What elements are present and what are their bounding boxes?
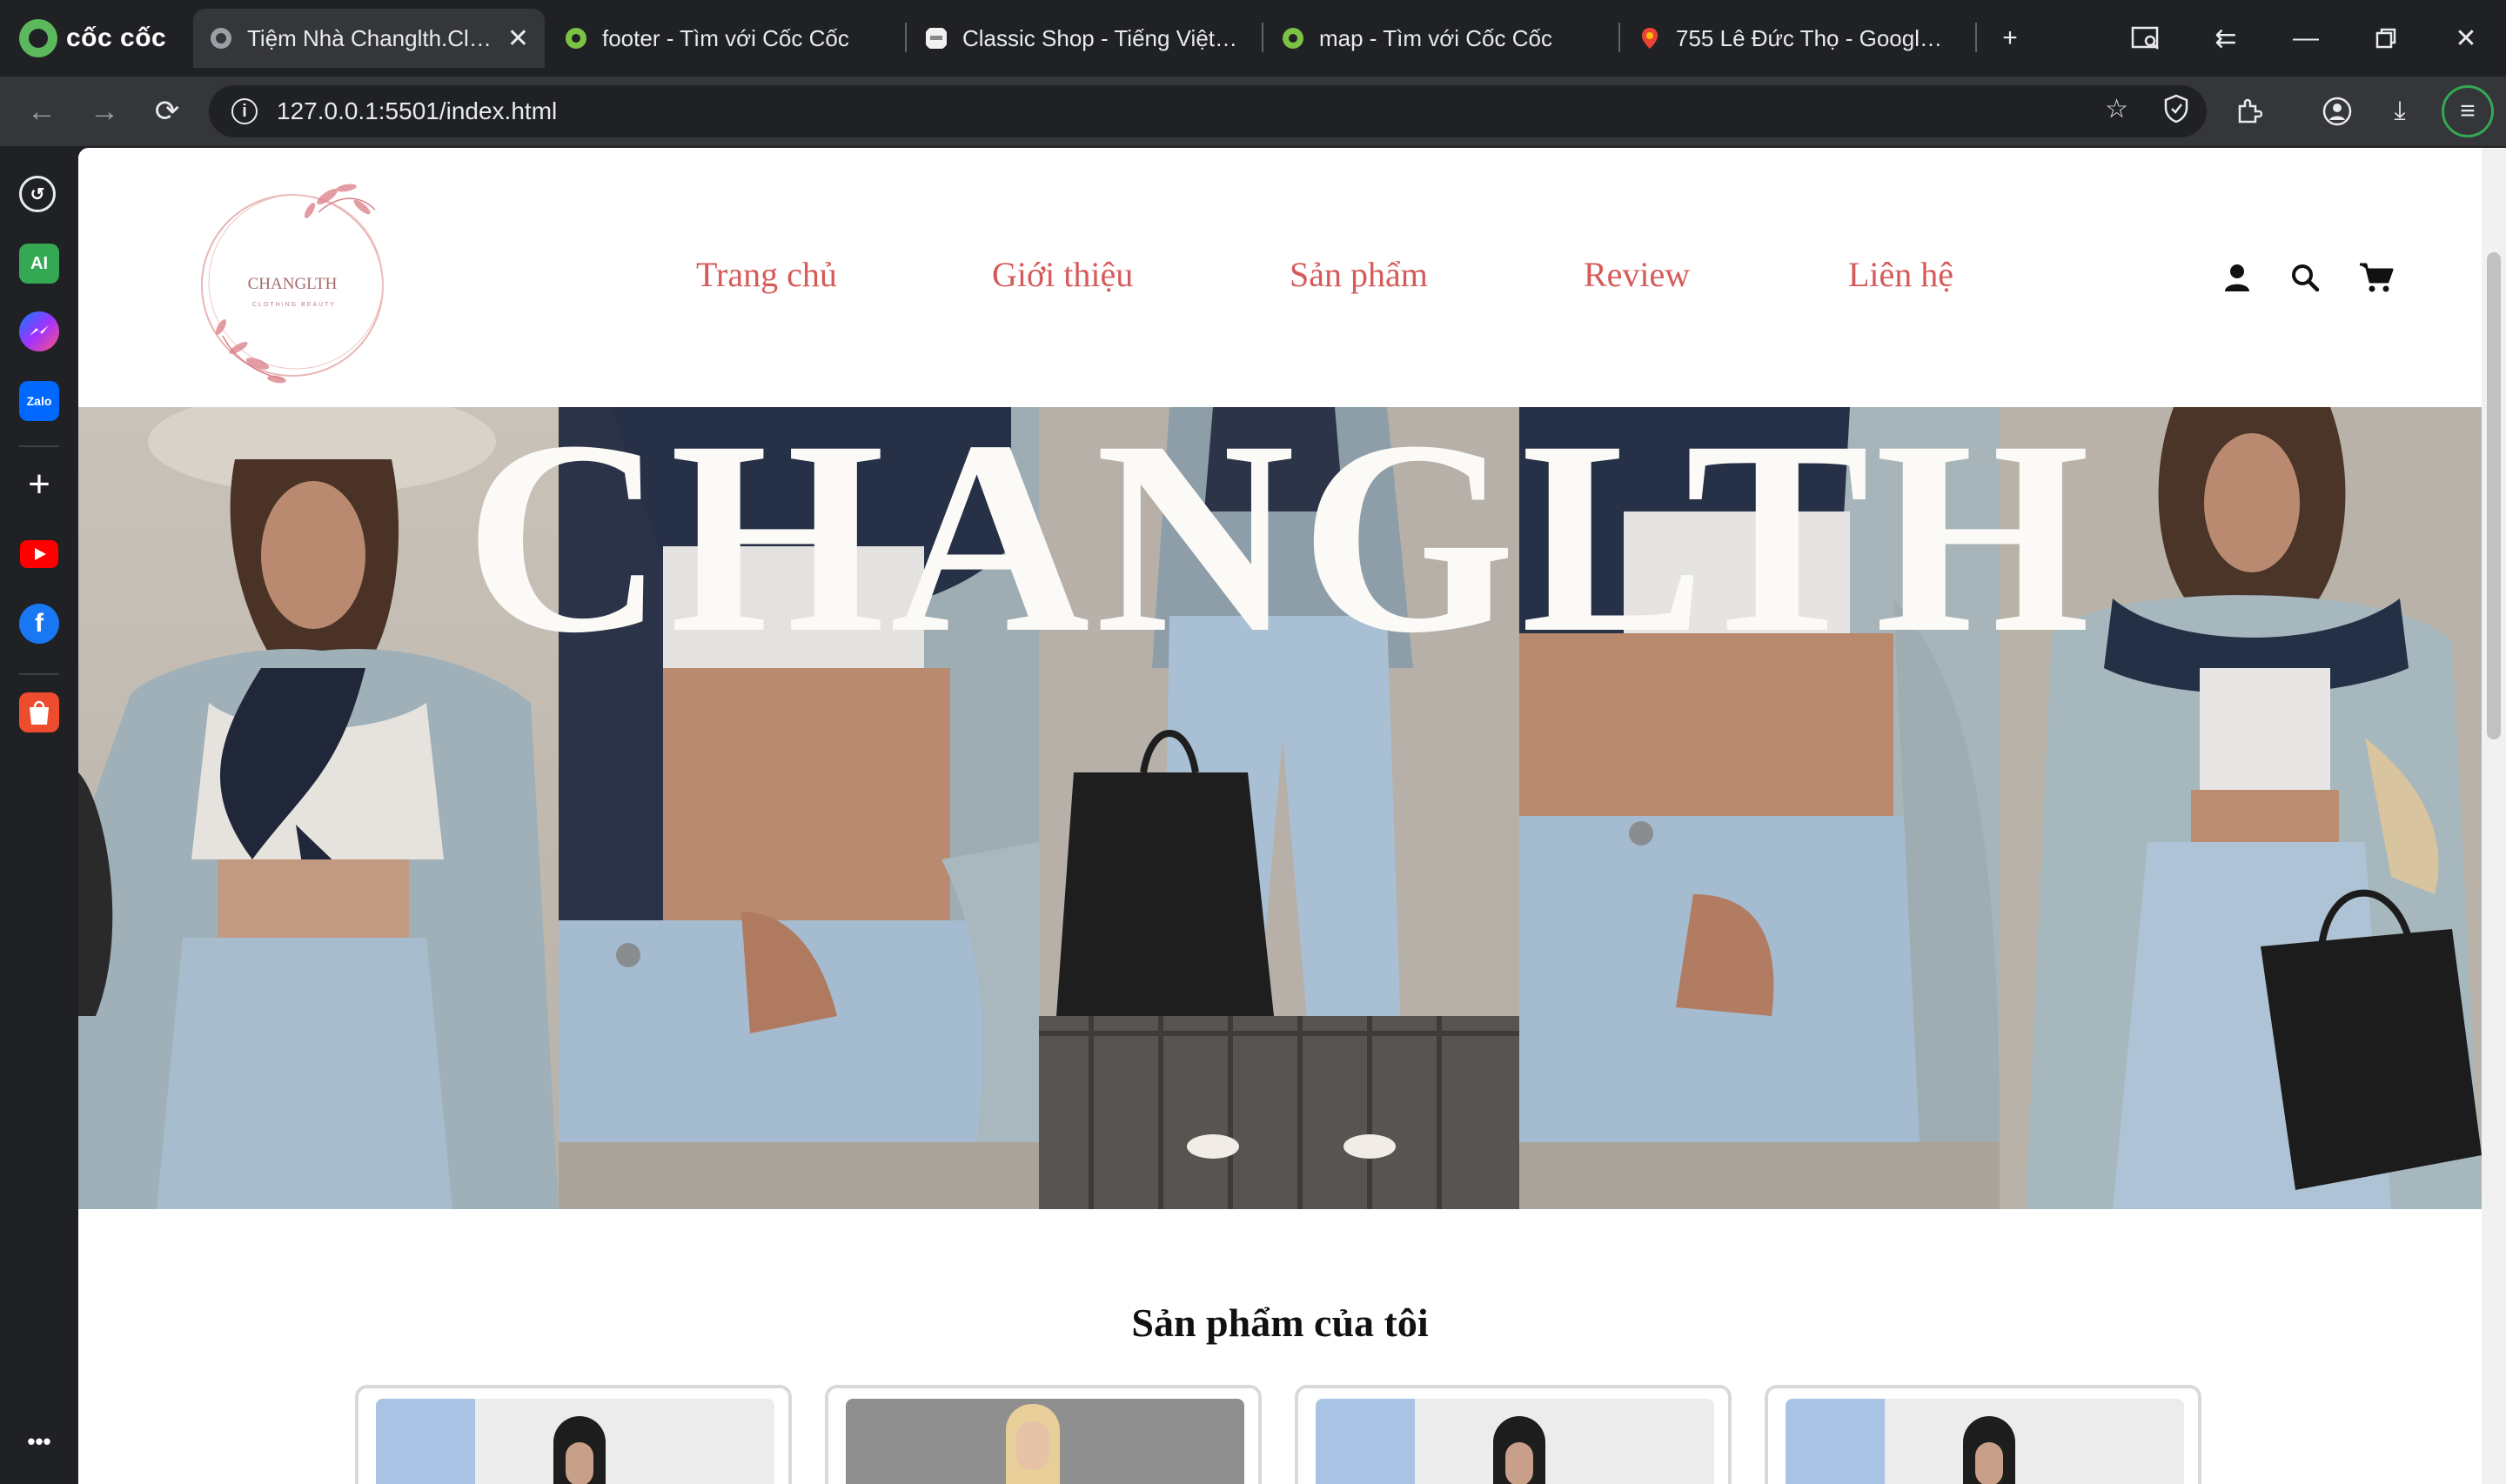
tab-back-icon[interactable]: ⇇ xyxy=(2203,16,2248,61)
download-icon[interactable]: ⤓ xyxy=(2377,89,2422,134)
messenger-icon[interactable] xyxy=(19,311,59,351)
user-icon[interactable] xyxy=(2215,256,2259,299)
tab-separator xyxy=(1975,23,1977,52)
add-icon[interactable]: + xyxy=(19,463,59,505)
product-card[interactable] xyxy=(825,1385,1262,1484)
tab-search-icon[interactable] xyxy=(2123,16,2168,61)
tab-separator xyxy=(1618,23,1620,52)
tab-title: Tiệm Nhà Changlth.Clothing xyxy=(247,24,497,51)
nav-home[interactable]: Trang chủ xyxy=(696,254,837,295)
coccoc-search-icon xyxy=(1283,28,1303,49)
forward-button[interactable]: → xyxy=(82,89,127,134)
product-image[interactable] xyxy=(1786,1399,2184,1484)
minimize-button[interactable]: — xyxy=(2283,16,2328,61)
product-card[interactable] xyxy=(1765,1385,2201,1484)
hero-title: CHANGLTH xyxy=(464,407,2095,690)
main-nav: Trang chủ Giới thiệu Sản phẩm Review Liê… xyxy=(78,254,2482,306)
google-maps-icon xyxy=(1642,28,1658,49)
shield-icon[interactable] xyxy=(2163,94,2189,124)
page-viewport: CHANGLTH CLOTHING BEAUTY Trang chủ Giới … xyxy=(78,148,2506,1484)
reload-button[interactable]: ⟳ xyxy=(144,89,190,134)
page-scrollbar[interactable] xyxy=(2482,148,2506,1484)
address-url[interactable]: 127.0.0.1:5501/index.html xyxy=(277,97,557,125)
browser-brand[interactable]: cốc cốc xyxy=(19,16,166,61)
coccoc-search-icon xyxy=(566,28,586,49)
tab-title: Classic Shop - Tiếng Việt | H xyxy=(962,24,1241,51)
scrollbar-thumb[interactable] xyxy=(2487,252,2501,739)
nav-contact[interactable]: Liên hệ xyxy=(1848,254,1953,295)
site-info-icon[interactable]: i xyxy=(231,98,258,124)
tab-separator xyxy=(905,23,907,52)
globe-icon xyxy=(211,28,231,49)
section-title: Sản phẩm của tôi xyxy=(1131,1300,1429,1345)
tab[interactable]: 755 Lê Đức Thọ - Google Ma xyxy=(1622,9,1968,68)
address-bar[interactable]: i 127.0.0.1:5501/index.html ☆ xyxy=(209,85,2207,137)
browser-sidebar: ↺ AI Zalo + f ••• xyxy=(0,146,78,1484)
ai-icon[interactable]: AI xyxy=(19,244,59,284)
more-icon[interactable]: ••• xyxy=(19,1421,59,1461)
nav-about[interactable]: Giới thiệu xyxy=(992,254,1133,295)
search-icon[interactable] xyxy=(2283,256,2327,299)
history-icon[interactable]: ↺ xyxy=(19,176,56,212)
extensions-icon[interactable] xyxy=(2226,89,2271,134)
youtube-icon[interactable] xyxy=(19,534,59,574)
tab-title: footer - Tìm với Cốc Cốc xyxy=(602,24,849,51)
hero-banner: CHANGLTH xyxy=(78,407,2482,1209)
zalo-icon[interactable]: Zalo xyxy=(19,381,59,421)
close-window-button[interactable]: ✕ xyxy=(2443,16,2489,61)
tab-separator xyxy=(1262,23,1263,52)
shopee-icon[interactable] xyxy=(19,692,59,732)
tab[interactable]: Classic Shop - Tiếng Việt | H xyxy=(908,9,1256,68)
coccoc-logo-icon xyxy=(19,19,57,57)
tab-active[interactable]: Tiệm Nhà Changlth.Clothing ✕ xyxy=(193,9,545,68)
nav-products[interactable]: Sản phẩm xyxy=(1290,254,1428,295)
product-image[interactable] xyxy=(376,1399,774,1484)
product-card[interactable] xyxy=(355,1385,792,1484)
tab-title: 755 Lê Đức Thọ - Google Ma xyxy=(1676,24,1953,51)
tab-strip: cốc cốc Tiệm Nhà Changlth.Clothing ✕ foo… xyxy=(0,0,2506,77)
tab[interactable]: map - Tìm với Cốc Cốc xyxy=(1265,9,1610,68)
sidebar-divider xyxy=(19,673,59,675)
product-card[interactable] xyxy=(1295,1385,1732,1484)
profile-icon[interactable] xyxy=(2315,89,2360,134)
close-tab-icon[interactable]: ✕ xyxy=(507,23,529,54)
bookmark-star-icon[interactable]: ☆ xyxy=(2105,94,2128,124)
restore-button[interactable] xyxy=(2363,16,2409,61)
tab[interactable]: footer - Tìm với Cốc Cốc xyxy=(548,9,888,68)
site-header: CHANGLTH CLOTHING BEAUTY Trang chủ Giới … xyxy=(78,148,2482,407)
new-tab-button[interactable]: + xyxy=(1987,16,2033,61)
cart-icon[interactable] xyxy=(2355,256,2398,299)
sidebar-divider xyxy=(19,445,59,447)
facebook-icon[interactable]: f xyxy=(19,604,59,644)
browser-toolbar: ← → ⟳ i 127.0.0.1:5501/index.html ☆ ⤓ ≡ xyxy=(0,77,2506,146)
menu-button[interactable]: ≡ xyxy=(2442,85,2494,137)
product-image[interactable] xyxy=(1316,1399,1714,1484)
back-button[interactable]: ← xyxy=(19,89,64,134)
product-image[interactable] xyxy=(846,1399,1244,1484)
browser-brand-name: cốc cốc xyxy=(66,23,167,52)
nav-review[interactable]: Review xyxy=(1584,254,1690,295)
tab-title: map - Tìm với Cốc Cốc xyxy=(1319,24,1552,51)
site-icon xyxy=(926,28,947,49)
